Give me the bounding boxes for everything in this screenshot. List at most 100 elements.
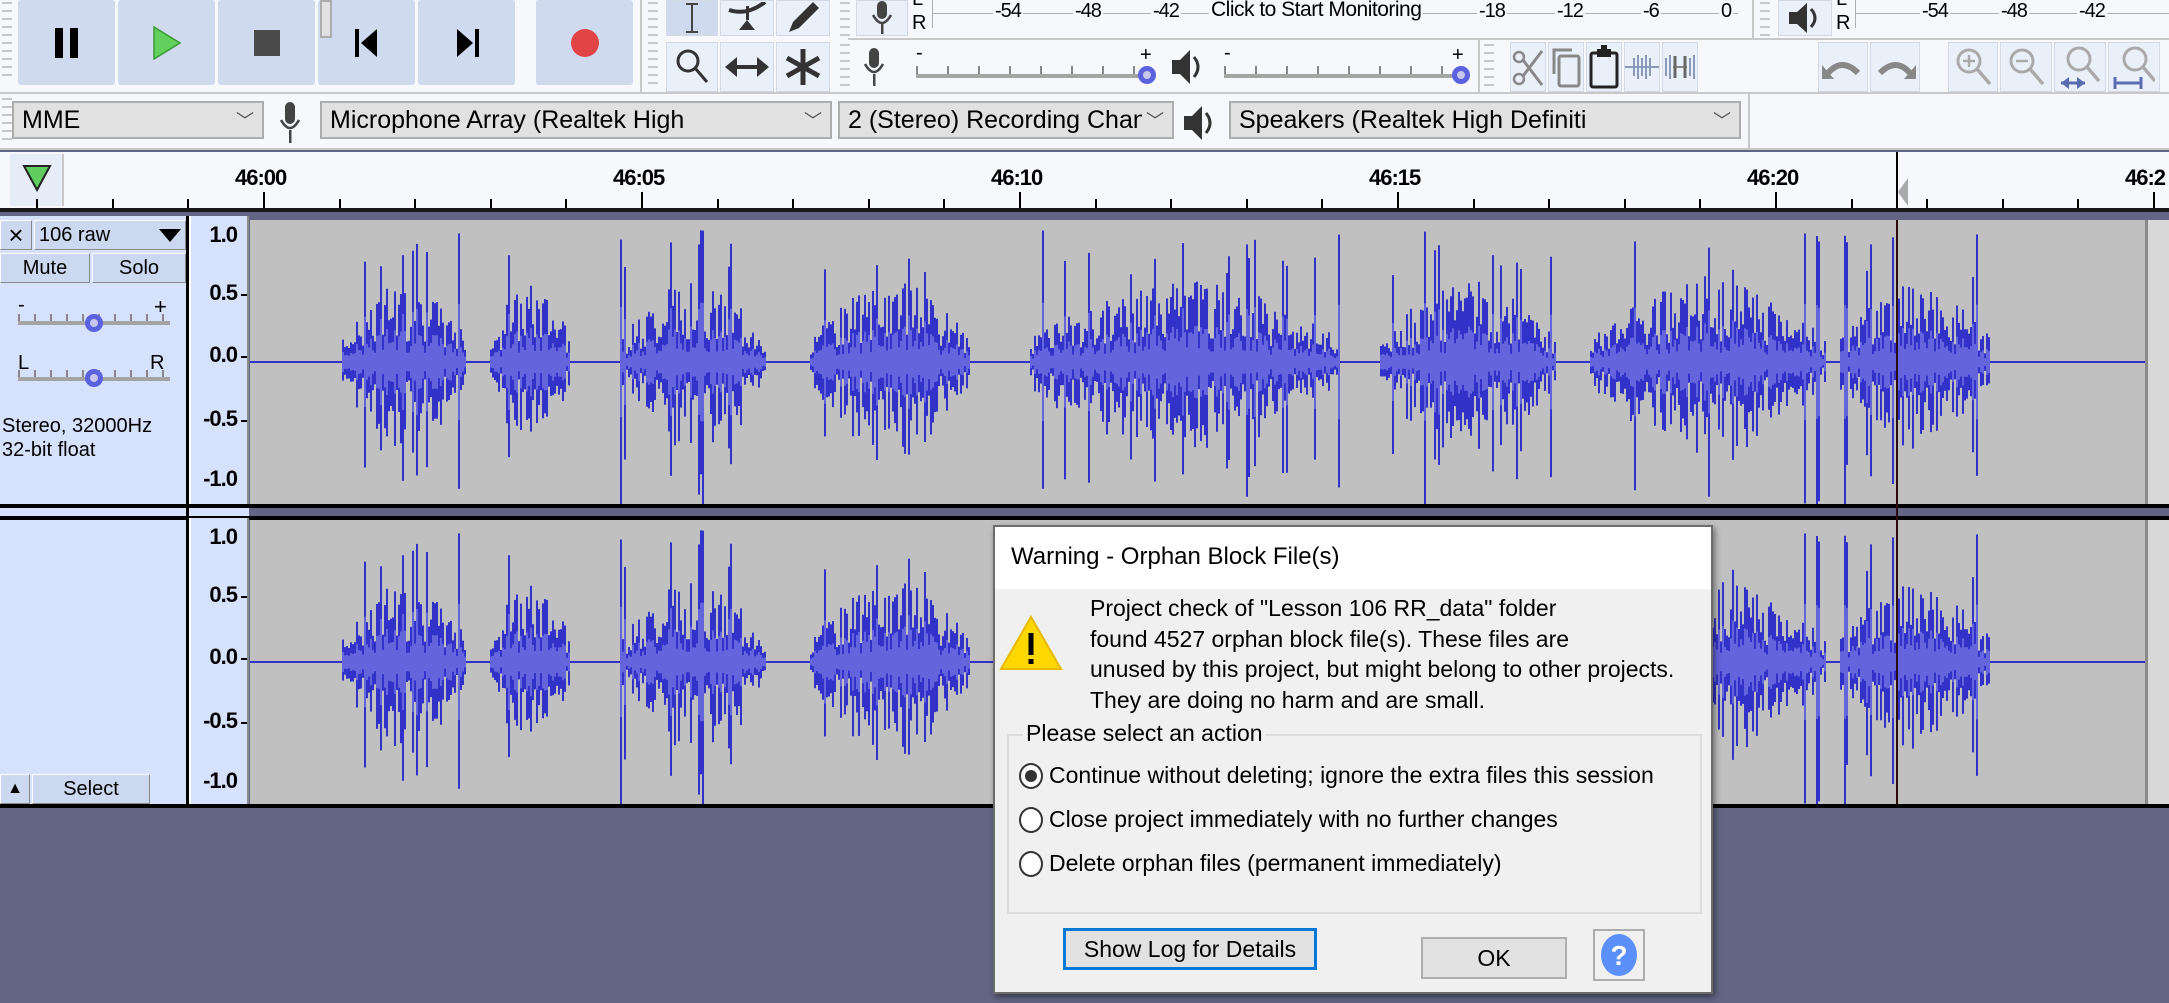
waveform-rms bbox=[1986, 649, 1988, 675]
redo-button[interactable] bbox=[1870, 42, 1920, 92]
waveform-left-channel[interactable] bbox=[250, 220, 2145, 519]
help-button[interactable]: ? bbox=[1593, 929, 1645, 981]
track-close-button[interactable]: × bbox=[0, 220, 32, 250]
fit-project-button[interactable] bbox=[2108, 42, 2160, 92]
edit-toolbar-grip[interactable] bbox=[1484, 44, 1494, 90]
waveform-rms bbox=[1968, 649, 1970, 675]
waveform-rms bbox=[1632, 337, 1634, 387]
zoom-tool-button[interactable] bbox=[666, 42, 718, 92]
ok-button[interactable]: OK bbox=[1421, 937, 1567, 979]
playback-volume-slider[interactable] bbox=[1224, 74, 1460, 78]
show-log-button[interactable]: Show Log for Details bbox=[1063, 928, 1317, 970]
mute-button[interactable]: Mute bbox=[0, 253, 90, 283]
audio-host-select[interactable]: MME ﹀ bbox=[12, 101, 264, 139]
select-track-button[interactable]: Select bbox=[32, 774, 150, 804]
vertical-ruler-right-channel[interactable]: 1.0 0.5 0.0 -0.5 -1.0 bbox=[189, 518, 249, 806]
waveform-rms bbox=[1294, 356, 1296, 368]
waveform-rms bbox=[1706, 333, 1708, 391]
pause-button[interactable] bbox=[18, 0, 115, 85]
zoom-out-button[interactable] bbox=[2000, 42, 2052, 92]
waveform-rms bbox=[1788, 350, 1790, 374]
transport-toolbar-grip[interactable] bbox=[2, 2, 12, 82]
waveform-rms bbox=[1322, 349, 1324, 375]
start-monitoring-label[interactable]: Click to Start Monitoring bbox=[1209, 0, 1424, 22]
timeline-ruler[interactable]: 46:00 46:05 46:10 46:15 46:20 46:2 bbox=[0, 152, 2169, 208]
option-continue[interactable]: Continue without deleting; ignore the ex… bbox=[1019, 762, 1654, 789]
recording-device-select[interactable]: Microphone Array (Realtek High ﹀ bbox=[320, 101, 832, 139]
selection-end-marker-icon[interactable] bbox=[1898, 178, 1910, 206]
silence-audio-button[interactable] bbox=[1662, 42, 1698, 92]
waveform-rms bbox=[528, 638, 530, 686]
fit-selection-button[interactable] bbox=[2054, 42, 2106, 92]
waveform-rms bbox=[930, 634, 932, 690]
device-toolbar-grip[interactable] bbox=[2, 98, 12, 144]
recording-meter-grip[interactable] bbox=[840, 2, 850, 38]
recording-meter-scale[interactable]: -54 -48 -42 Click to Start Monitoring -1… bbox=[932, 0, 1738, 28]
option-close-project[interactable]: Close project immediately with no furthe… bbox=[1019, 806, 1558, 833]
radio-button[interactable] bbox=[1019, 850, 1043, 877]
time-shift-tool-button[interactable] bbox=[720, 42, 774, 92]
stop-button[interactable] bbox=[218, 0, 315, 85]
waveform-rms bbox=[1206, 329, 1208, 395]
waveform-rms bbox=[914, 340, 916, 384]
waveform-rms bbox=[658, 350, 660, 374]
vertical-ruler-left-channel[interactable]: 1.0 0.5 0.0 -0.5 -1.0 bbox=[189, 216, 249, 504]
waveform-rms bbox=[1232, 347, 1234, 377]
skip-to-end-button[interactable] bbox=[418, 0, 515, 85]
gain-knob[interactable] bbox=[85, 314, 103, 332]
draw-tool-button[interactable] bbox=[776, 0, 830, 36]
skip-to-start-button[interactable] bbox=[318, 0, 415, 85]
paste-button[interactable] bbox=[1586, 42, 1622, 92]
waveform-rms bbox=[1748, 337, 1750, 387]
undo-button[interactable] bbox=[1818, 42, 1868, 92]
waveform-rms bbox=[666, 644, 668, 680]
selection-tool-button[interactable] bbox=[666, 0, 718, 36]
waveform-rms bbox=[1614, 344, 1616, 380]
waveform-rms bbox=[446, 345, 448, 379]
timeline-tick bbox=[1321, 199, 1323, 208]
playback-meter-speaker-button[interactable] bbox=[1778, 0, 1832, 36]
waveform-rms bbox=[1684, 335, 1686, 389]
recording-meter-mic-button[interactable] bbox=[856, 0, 908, 36]
mixer-toolbar-grip[interactable] bbox=[840, 44, 850, 90]
recording-volume-slider[interactable] bbox=[916, 74, 1146, 78]
recording-volume-knob[interactable] bbox=[1138, 66, 1156, 84]
waveform-rms bbox=[848, 353, 850, 371]
play-button[interactable] bbox=[118, 0, 215, 85]
radio-button[interactable] bbox=[1019, 806, 1043, 833]
track-name-menu[interactable]: 106 raw bbox=[34, 220, 186, 250]
waveform-rms bbox=[1408, 354, 1410, 370]
waveform-rms bbox=[532, 644, 534, 680]
tools-toolbar-grip[interactable] bbox=[648, 2, 658, 86]
waveform-rms bbox=[1808, 352, 1810, 372]
recording-device-select[interactable] bbox=[320, 0, 332, 38]
timeline-tick bbox=[2153, 192, 2155, 208]
playback-volume-knob[interactable] bbox=[1452, 66, 1470, 84]
waveform-rms bbox=[640, 356, 642, 368]
waveform-rms bbox=[1808, 652, 1810, 672]
cut-button[interactable] bbox=[1510, 42, 1546, 92]
waveform-rms bbox=[952, 348, 954, 376]
recording-channels-value: 2 (Stereo) Recording Chann bbox=[848, 105, 1161, 134]
radio-button[interactable] bbox=[1019, 762, 1043, 789]
solo-button[interactable]: Solo bbox=[92, 253, 186, 283]
record-button[interactable] bbox=[536, 0, 633, 85]
waveform-rms bbox=[408, 652, 410, 672]
pan-knob[interactable] bbox=[85, 369, 103, 387]
waveform-rms bbox=[628, 355, 630, 369]
recording-channels-select[interactable]: 2 (Stereo) Recording Chann ﹀ bbox=[838, 101, 1174, 139]
zoom-in-button[interactable] bbox=[1948, 42, 1998, 92]
waveform-rms bbox=[1432, 343, 1434, 381]
waveform-rms bbox=[1708, 310, 1710, 414]
playback-meter-scale[interactable]: -54 -48 -42 bbox=[1855, 0, 2169, 28]
waveform-rms bbox=[510, 648, 512, 676]
collapse-track-button[interactable]: ▲ bbox=[0, 774, 30, 804]
copy-button[interactable] bbox=[1548, 42, 1584, 92]
playback-meter-grip[interactable] bbox=[1760, 2, 1770, 36]
multi-tool-button[interactable] bbox=[776, 42, 830, 92]
playback-device-select[interactable]: Speakers (Realtek High Definiti ﹀ bbox=[1229, 101, 1741, 139]
option-delete-orphans[interactable]: Delete orphan files (permanent immediate… bbox=[1019, 850, 1502, 877]
envelope-tool-button[interactable] bbox=[720, 0, 774, 36]
trim-audio-button[interactable] bbox=[1624, 42, 1660, 92]
waveform-rms bbox=[1738, 647, 1740, 677]
